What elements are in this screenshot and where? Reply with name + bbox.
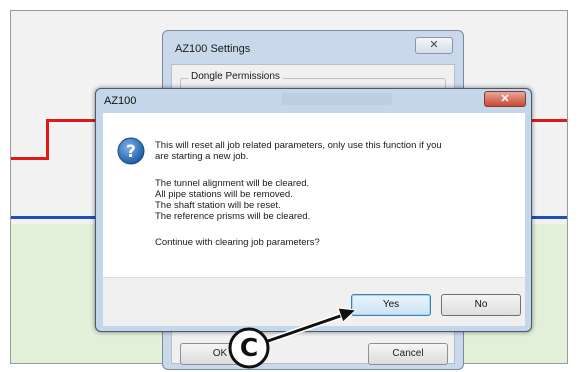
- callout-annotation: [228, 307, 358, 369]
- callout-arrow-head: [337, 307, 358, 323]
- callout-letter: C: [239, 333, 259, 362]
- callout-arrow-line: [266, 312, 348, 343]
- screenshot-frame: AZ100 Settings ✕ Dongle Permissions OK C…: [0, 0, 578, 372]
